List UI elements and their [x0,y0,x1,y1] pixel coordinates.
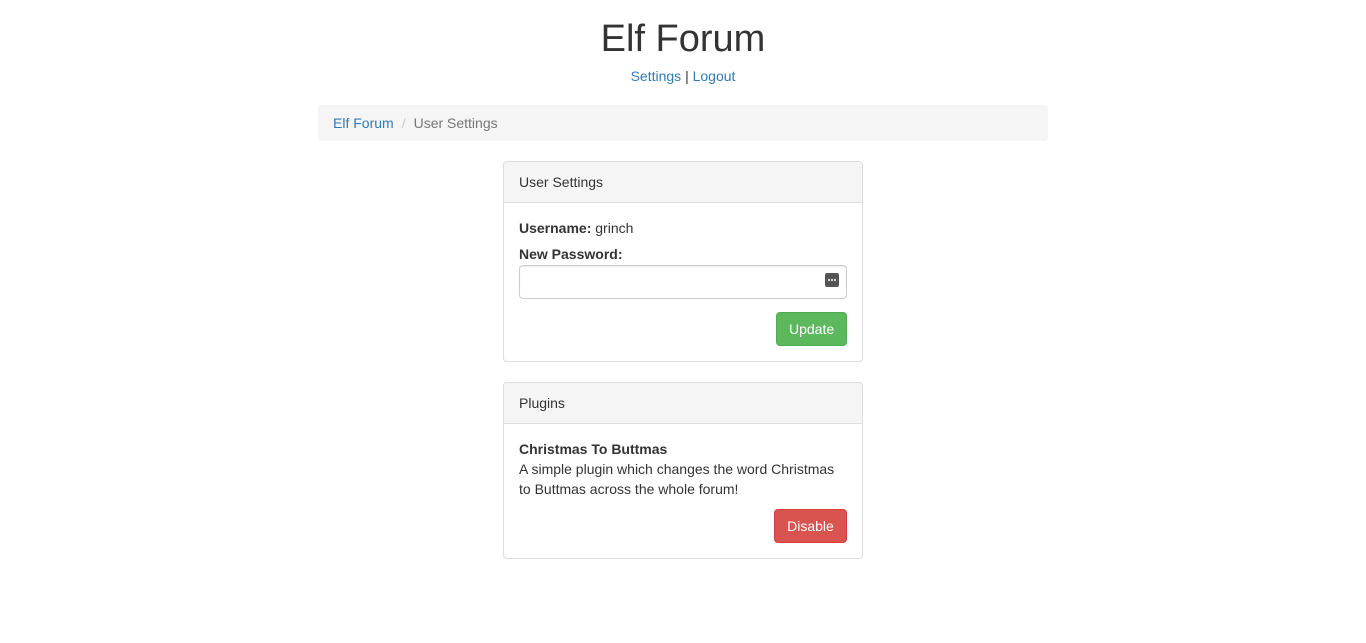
logout-link[interactable]: Logout [693,68,736,84]
plugin-item: Christmas To Buttmas A simple plugin whi… [504,424,862,543]
plugins-panel: Plugins Christmas To Buttmas A simple pl… [503,382,863,559]
user-settings-body: Username: grinch New Password: Update [504,203,862,346]
new-password-label: New Password: [519,246,623,262]
username-value: grinch [595,220,634,236]
nav-separator: | [685,68,689,84]
breadcrumb: Elf Forum / User Settings [318,105,1048,141]
plugin-description: A simple plugin which changes the word C… [519,461,835,497]
update-button[interactable]: Update [776,312,847,346]
breadcrumb-current: User Settings [413,115,498,131]
user-settings-heading: User Settings [504,162,862,203]
user-settings-panel: User Settings Username: grinch New Passw… [503,161,863,362]
settings-link[interactable]: Settings [631,68,682,84]
site-header: Elf Forum Settings | Logout [0,0,1366,86]
breadcrumb-home-link[interactable]: Elf Forum [333,115,394,131]
breadcrumb-divider: / [401,115,406,131]
top-nav: Settings | Logout [0,66,1366,86]
username-row: Username: grinch [519,218,847,238]
disable-plugin-button[interactable]: Disable [774,509,847,543]
password-manager-icon[interactable] [825,273,839,287]
plugin-name: Christmas To Buttmas [519,441,668,457]
plugins-heading: Plugins [504,383,862,424]
site-title: Elf Forum [600,18,766,60]
new-password-input[interactable] [519,265,847,299]
username-label: Username: [519,220,592,236]
password-wrap [519,265,847,299]
